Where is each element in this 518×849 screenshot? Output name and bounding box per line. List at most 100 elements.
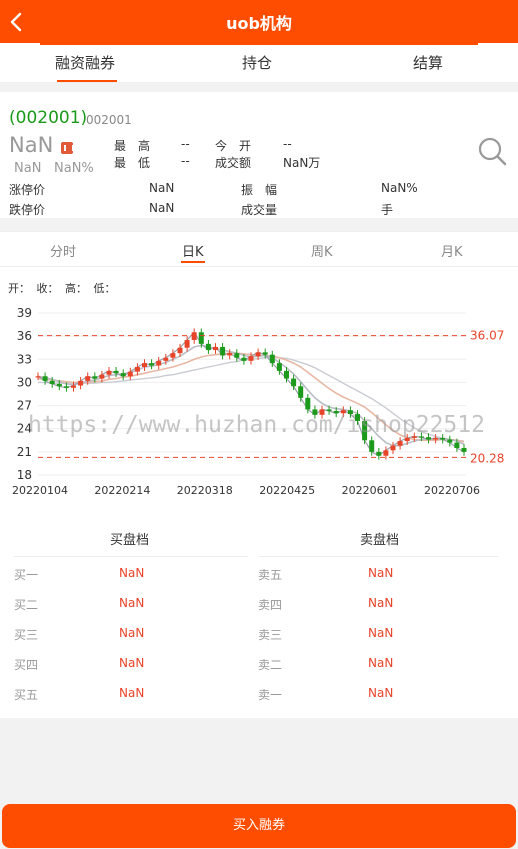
limit-down-value: NaN (149, 201, 175, 215)
volume-value: 手 (381, 203, 394, 217)
kline-chart[interactable]: 39 36 33 30 27 24 21 18 20220104 20220214 20220318… (0, 267, 518, 512)
order-book: 买盘档 卖盘档 买一 NaN 买二 NaN 买三 NaN 买四 NaN 买五 NaN 卖五 NaN 卖四… (0, 512, 518, 718)
candle-body (142, 363, 147, 367)
sell-level-value: NaN (368, 626, 394, 640)
candle-body (156, 360, 162, 366)
candle-body (184, 340, 190, 348)
open-value: -- (283, 137, 292, 151)
sell-level-label: 卖一 (258, 688, 283, 702)
candle-body (397, 441, 403, 446)
y-tick-label: 30 (17, 375, 32, 389)
y-tick-label: 39 (17, 306, 32, 320)
candle-body (255, 352, 261, 357)
candle-body (227, 353, 233, 356)
low-marker-label: 20.28 (470, 451, 504, 465)
amplitude-label: 振 幅 (241, 183, 278, 197)
candle-body (149, 363, 155, 366)
candle-body (170, 353, 176, 358)
pause-badge-icon (61, 142, 74, 154)
candle-body (340, 410, 346, 414)
main-tabs: 融资融券 持仓 结算 (0, 43, 518, 83)
candle-body (326, 409, 332, 411)
tab-intraday[interactable]: 分时 (50, 241, 76, 260)
buy-level-value: NaN (119, 566, 145, 580)
sell-level-value: NaN (368, 566, 394, 580)
buy-level-value: NaN (119, 686, 145, 700)
buy-level-value: NaN (119, 626, 145, 640)
candle-body (134, 367, 140, 372)
buy-margin-button[interactable]: 买入融券 (2, 804, 516, 848)
sell-level-label: 卖五 (258, 568, 283, 582)
candle-body (269, 354, 275, 364)
y-tick-label: 21 (17, 445, 32, 459)
candle-body (461, 448, 467, 452)
candle-body (390, 445, 396, 451)
stock-info-panel: (002001) 002001 NaN NaN NaN% 最 高 -- 今 开 … (0, 92, 518, 218)
sell-level-value: NaN (368, 596, 394, 610)
buy-level-value: NaN (119, 596, 145, 610)
candle-body (347, 410, 353, 415)
sell-level-value: NaN (368, 686, 394, 700)
tab-monthly-k[interactable]: 月K (441, 241, 463, 260)
candle-body (63, 386, 69, 388)
candle-body (163, 357, 169, 361)
buy-level-label: 买四 (14, 658, 39, 672)
candle-body (433, 437, 439, 440)
volume-label: 成交量 (241, 203, 278, 217)
buy-level-label: 买三 (14, 628, 39, 642)
candle-body (177, 347, 183, 354)
low-label: 最 低 (114, 156, 151, 170)
candle-body (248, 356, 254, 361)
tab-settlement[interactable]: 结算 (413, 52, 443, 73)
high-marker-label: 36.07 (470, 329, 504, 343)
candle-body (262, 352, 268, 355)
candle-body (355, 414, 360, 421)
candle-body (383, 450, 389, 456)
sell-level-value: NaN (368, 656, 394, 670)
y-tick-label: 33 (17, 352, 32, 366)
active-tab-underline (57, 80, 117, 82)
tab-weekly-k[interactable]: 周K (311, 241, 333, 260)
sell-level-label: 卖三 (258, 628, 283, 642)
search-icon[interactable] (477, 136, 507, 166)
limit-down-label: 跌停价 (9, 203, 46, 217)
candle-body (99, 374, 105, 379)
candle-body (369, 440, 375, 452)
y-tick-label: 36 (17, 329, 32, 343)
y-tick-label: 24 (17, 422, 32, 436)
candle-body (213, 346, 218, 351)
sell-level-label: 卖二 (258, 658, 283, 672)
tab-positions[interactable]: 持仓 (242, 52, 272, 73)
candle-body (71, 385, 76, 388)
candle-body (205, 343, 211, 351)
candle-body (440, 437, 446, 440)
candle-body (426, 437, 431, 440)
buy-level-label: 买一 (14, 568, 39, 582)
candle-body (198, 332, 204, 344)
candle-body (35, 376, 41, 378)
x-tick-label: 20220425 (259, 484, 315, 497)
candle-body (106, 370, 112, 375)
amplitude-value: NaN% (381, 181, 418, 195)
candle-body (127, 371, 133, 377)
candle-body (454, 442, 460, 448)
candle-body (276, 363, 282, 371)
app-header: uob机构 (0, 0, 518, 43)
tabs-top-bar (40, 43, 478, 45)
buy-level-label: 买五 (14, 688, 39, 702)
buy-book-divider (14, 556, 248, 557)
candle-body (85, 376, 91, 381)
tab-daily-k[interactable]: 日K (182, 241, 204, 260)
candle-body (120, 373, 126, 377)
candle-body (305, 397, 311, 410)
high-value: -- (181, 137, 190, 151)
active-chart-tab-underline (181, 261, 205, 263)
tab-margin-trading[interactable]: 融资融券 (55, 52, 115, 73)
high-label: 最 高 (114, 139, 151, 153)
limit-up-value: NaN (149, 181, 175, 195)
candle-body (220, 346, 226, 356)
chart-period-tabs: 分时 日K 周K 月K (0, 231, 518, 267)
sell-book-title: 卖盘档 (360, 533, 400, 548)
candle-body (234, 353, 240, 358)
candle-body (284, 370, 289, 379)
